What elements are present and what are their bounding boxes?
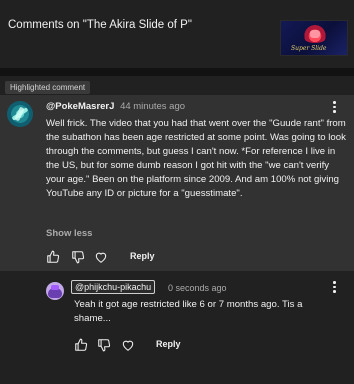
thumbs-down-icon[interactable] xyxy=(97,338,111,352)
thumbs-up-icon[interactable] xyxy=(46,250,60,264)
reply-actions: Reply xyxy=(74,338,194,354)
more-vert-icon[interactable] xyxy=(329,280,339,294)
reply-timestamp[interactable]: 0 seconds ago xyxy=(168,283,227,293)
reply-text: Yeah it got age restricted like 6 or 7 m… xyxy=(74,299,303,324)
thumbs-down-icon[interactable] xyxy=(71,250,85,264)
reply-button[interactable]: Reply xyxy=(130,251,155,261)
more-vert-icon[interactable] xyxy=(329,100,339,114)
comment-timestamp[interactable]: 44 minutes ago xyxy=(120,101,185,112)
thumbnail-logo xyxy=(301,25,329,43)
avatar[interactable] xyxy=(7,101,33,127)
heart-icon[interactable] xyxy=(121,338,135,352)
comment-text: Well frick. The video that you had that … xyxy=(46,118,346,199)
comment-header: @PokeMasrerJ 44 minutes ago xyxy=(46,101,185,112)
reply-avatar[interactable] xyxy=(46,282,64,300)
reply-mention[interactable]: @phijkchu-pikachu xyxy=(71,280,156,294)
comment-author[interactable]: @PokeMasrerJ xyxy=(46,101,114,112)
comments-header: Comments on "The Akira Slide of P" Super… xyxy=(0,0,354,68)
highlighted-comment-badge: Highlighted comment xyxy=(5,81,91,94)
comment-actions: Reply xyxy=(46,250,166,266)
show-less-button[interactable]: Show less xyxy=(46,228,92,239)
thumbnail-caption: Super Slide xyxy=(291,45,327,52)
heart-icon[interactable] xyxy=(94,250,108,264)
thumbs-up-icon[interactable] xyxy=(74,338,88,352)
reply-button[interactable]: Reply xyxy=(156,339,181,349)
video-thumbnail[interactable]: Super Slide xyxy=(280,20,348,56)
header-divider xyxy=(0,68,354,76)
comments-title: Comments on "The Akira Slide of P" xyxy=(8,19,192,31)
